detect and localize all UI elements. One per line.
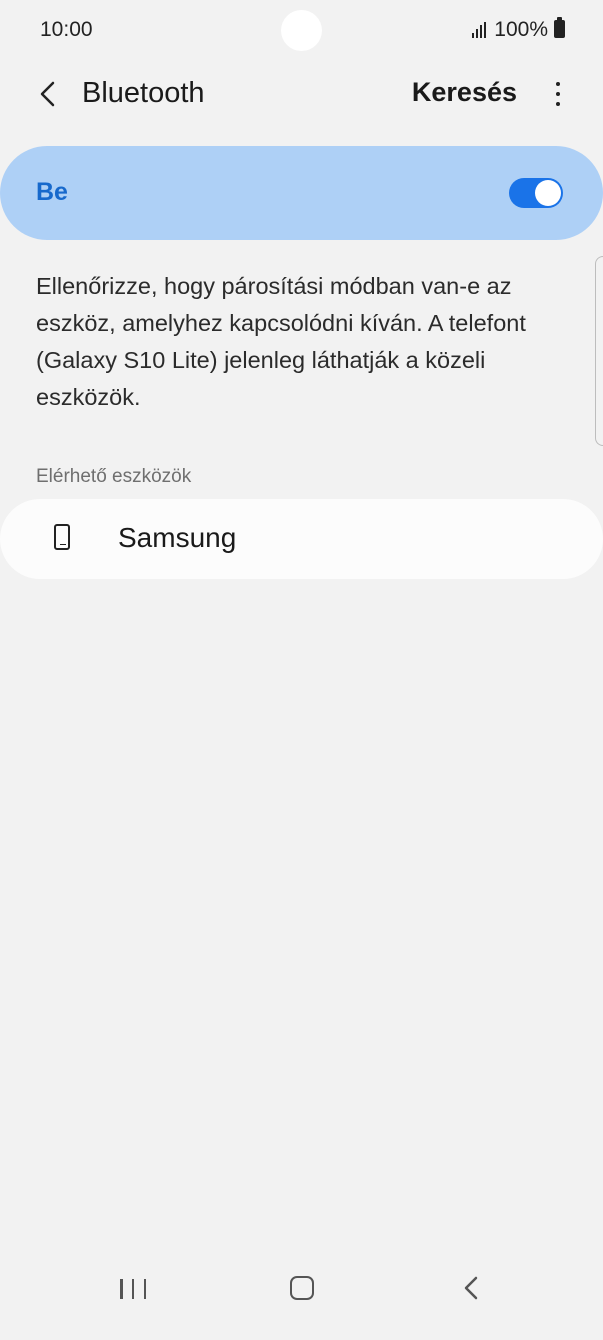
smartphone-icon bbox=[54, 524, 70, 550]
back-icon bbox=[464, 1276, 478, 1300]
recent-apps-icon bbox=[120, 1279, 123, 1299]
more-options-button[interactable] bbox=[543, 74, 573, 114]
more-vertical-icon bbox=[556, 82, 560, 86]
camera-cutout bbox=[281, 10, 322, 51]
available-devices-header: Elérhető eszközök bbox=[36, 466, 192, 487]
recent-apps-button[interactable] bbox=[120, 1276, 146, 1302]
battery-percentage: 100% bbox=[494, 18, 548, 41]
switch-knob bbox=[535, 180, 561, 206]
toggle-label: Be bbox=[36, 178, 68, 206]
device-list: Samsung bbox=[0, 499, 603, 579]
nav-back-button[interactable] bbox=[460, 1274, 484, 1302]
app-bar: Bluetooth Keresés bbox=[0, 60, 603, 130]
search-button[interactable]: Keresés bbox=[412, 77, 517, 108]
page-title: Bluetooth bbox=[82, 77, 205, 109]
status-time: 10:00 bbox=[40, 18, 93, 41]
bluetooth-switch[interactable] bbox=[509, 178, 563, 208]
status-indicators: 100% bbox=[472, 17, 565, 42]
navigation-bar bbox=[0, 1260, 603, 1340]
back-button[interactable] bbox=[28, 74, 68, 114]
pairing-description: Ellenőrizze, hogy párosítási módban van-… bbox=[36, 273, 526, 410]
bluetooth-toggle-card[interactable]: Be bbox=[0, 146, 603, 240]
battery-full-icon bbox=[554, 17, 565, 38]
home-button[interactable] bbox=[290, 1276, 314, 1300]
list-item[interactable]: Samsung bbox=[0, 499, 603, 579]
signal-bars-icon bbox=[472, 22, 487, 38]
status-bar: 10:00 100% bbox=[0, 0, 603, 60]
chevron-left-icon bbox=[40, 81, 55, 107]
device-name: Samsung bbox=[118, 522, 237, 553]
scroll-indicator[interactable] bbox=[595, 256, 603, 446]
